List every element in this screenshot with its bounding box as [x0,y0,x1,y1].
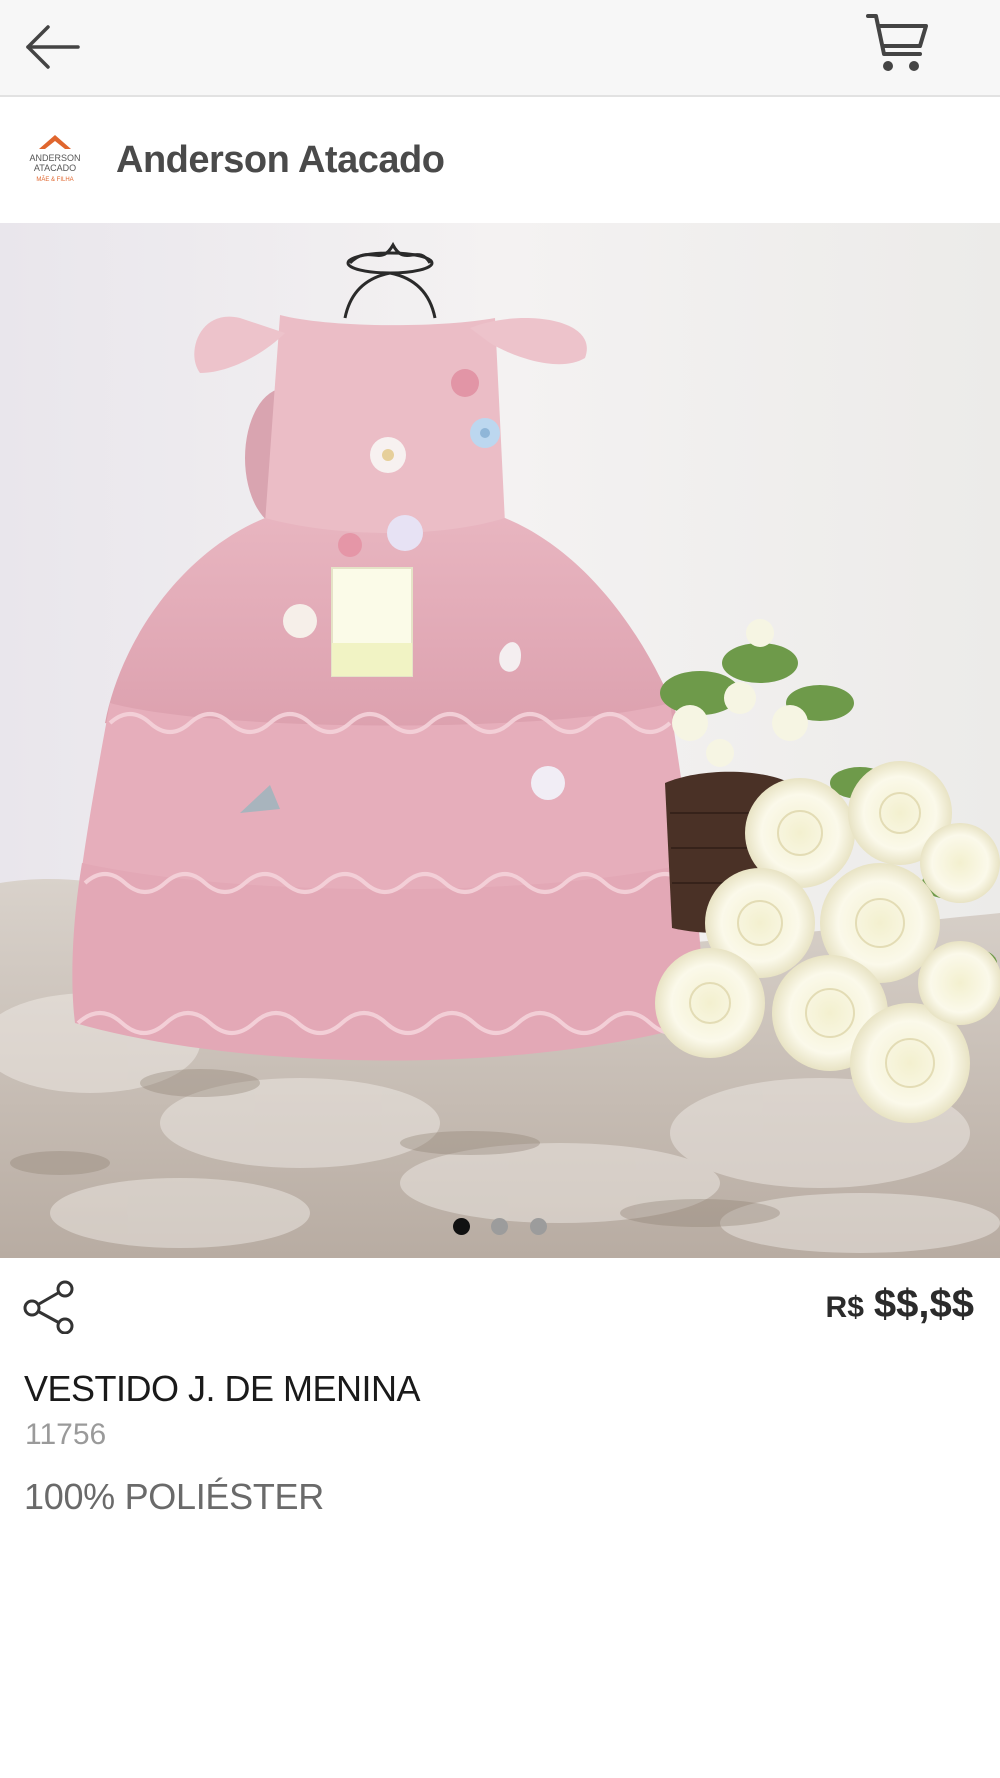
arrow-left-icon [26,25,80,69]
store-logo: ANDERSON ATACADO MÃE & FILHA [24,133,86,189]
product-title: VESTIDO J. DE MENINA [24,1368,421,1409]
price-amount: $$,$$ [873,1282,974,1326]
share-icon [23,1280,74,1335]
svg-text:MÃE & FILHA: MÃE & FILHA [36,176,73,183]
shopping-cart-icon [866,14,928,71]
product-price: R$ $$,$$ [826,1282,974,1327]
svg-text:ATACADO: ATACADO [34,163,76,173]
product-description: 100% POLIÉSTER [24,1476,324,1517]
product-code: 11756 [25,1418,107,1451]
image-carousel-dots [0,1218,1000,1238]
svg-text:ANDERSON: ANDERSON [29,153,80,163]
carousel-dot-1[interactable] [453,1218,470,1235]
carousel-dot-2[interactable] [491,1218,508,1235]
share-button[interactable] [22,1280,76,1335]
product-image[interactable] [0,223,1000,1258]
carousel-dot-3[interactable] [530,1218,547,1235]
store-row[interactable]: ANDERSON ATACADO MÃE & FILHA Anderson At… [0,97,1000,223]
top-bar [0,0,1000,97]
cart-button[interactable] [862,10,932,76]
product-detail-screen: ANDERSON ATACADO MÃE & FILHA Anderson At… [0,0,1000,1778]
back-button[interactable] [22,18,84,76]
store-name[interactable]: Anderson Atacado [116,139,445,182]
price-currency: R$ [825,1291,864,1324]
